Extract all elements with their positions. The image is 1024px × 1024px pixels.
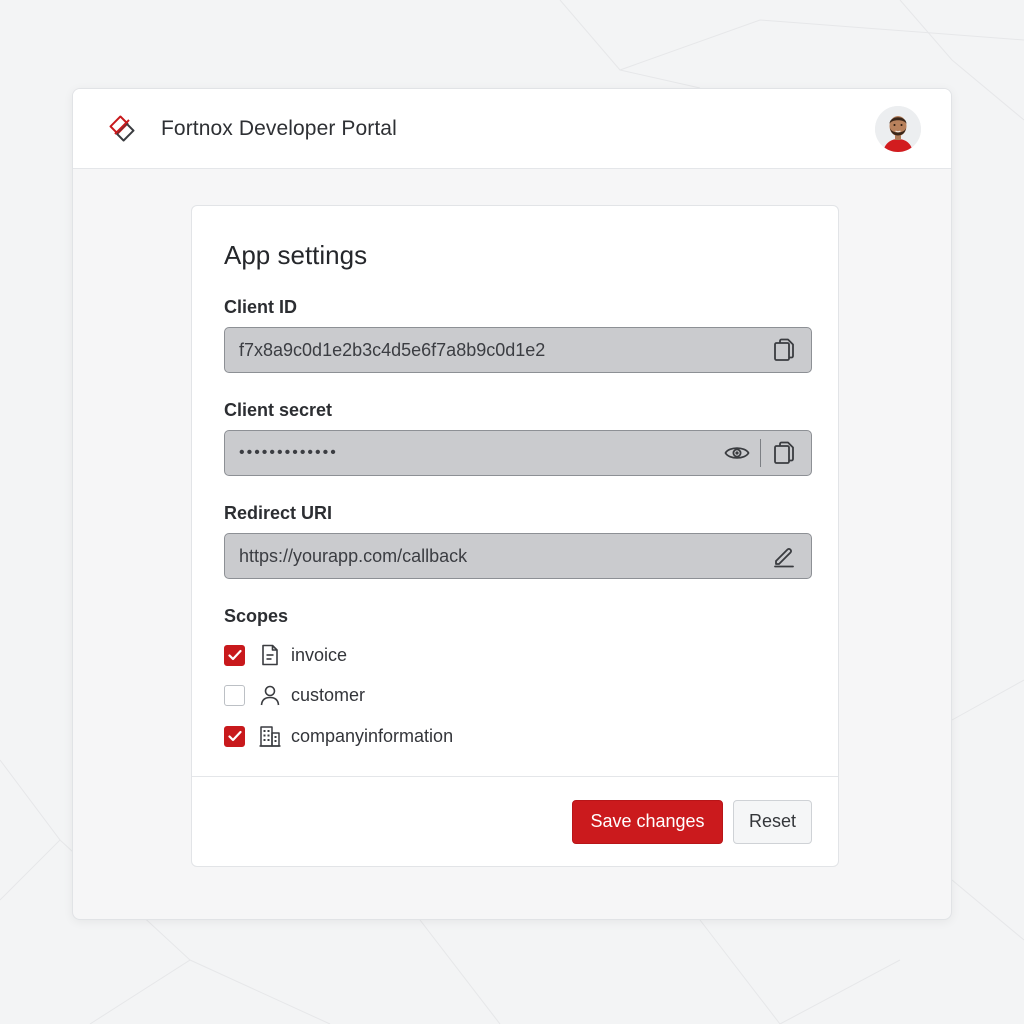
scope-item-invoice[interactable]: invoice <box>224 642 347 668</box>
building-icon <box>259 725 281 747</box>
scope-label-companyinformation: companyinformation <box>291 725 454 746</box>
companyinformation-checkbox[interactable] <box>224 725 245 747</box>
client-id-label: Client ID <box>224 297 298 317</box>
redirect-uri-label: Redirect URI <box>224 503 333 523</box>
client-secret-input[interactable] <box>239 444 724 462</box>
customer-checkbox[interactable] <box>224 684 245 706</box>
page-title: App settings <box>224 240 368 270</box>
eye-icon <box>724 447 750 459</box>
card-footer: Save changes Reset <box>192 776 838 866</box>
invoice-checkbox[interactable] <box>224 644 245 666</box>
client-secret-field <box>224 430 812 476</box>
avatar-icon <box>875 105 921 152</box>
client-id-input[interactable] <box>239 339 771 361</box>
scope-item-customer[interactable]: customer <box>224 682 365 708</box>
copy-icon <box>774 441 794 464</box>
redirect-uri-field <box>224 533 812 579</box>
document-icon <box>259 644 281 666</box>
checkmark-icon <box>227 649 242 661</box>
app-title: Fortnox Developer Portal <box>161 116 397 140</box>
reset-button[interactable]: Reset <box>733 799 812 844</box>
person-icon <box>259 684 281 706</box>
copy-client-secret-button[interactable] <box>771 440 797 466</box>
client-id-field <box>224 327 812 373</box>
edit-redirect-uri-button[interactable] <box>771 543 797 569</box>
scope-label-invoice: invoice <box>291 644 348 665</box>
scope-item-companyinformation[interactable]: companyinformation <box>224 723 453 749</box>
reveal-secret-button[interactable] <box>724 440 750 466</box>
copy-client-id-button[interactable] <box>771 337 797 363</box>
fortnox-logo-icon <box>103 110 141 148</box>
app-window: Fortnox Developer Portal App settings Cl… <box>72 88 952 920</box>
copy-icon <box>774 338 794 361</box>
app-settings-card: App settings Client ID Client secret <box>191 205 839 867</box>
redirect-uri-input[interactable] <box>239 545 771 567</box>
save-changes-button[interactable]: Save changes <box>572 799 723 844</box>
top-bar: Fortnox Developer Portal <box>73 89 951 169</box>
checkmark-icon <box>227 730 242 742</box>
client-secret-label: Client secret <box>224 400 333 420</box>
scopes-label: Scopes <box>224 606 289 626</box>
scope-label-customer: customer <box>291 684 366 705</box>
user-avatar[interactable] <box>875 105 921 152</box>
action-divider <box>760 439 761 467</box>
pencil-icon <box>774 548 794 568</box>
